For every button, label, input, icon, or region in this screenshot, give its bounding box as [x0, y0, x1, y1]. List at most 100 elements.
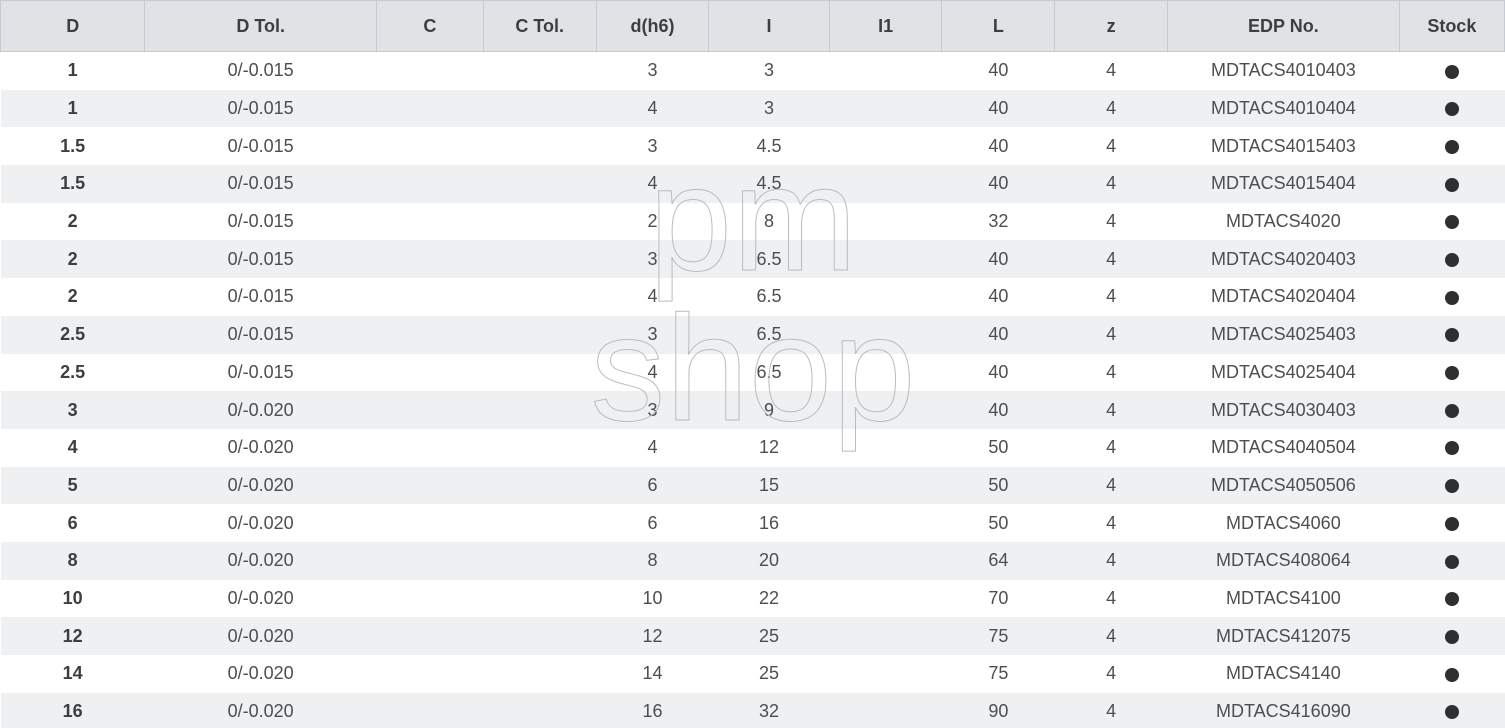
cell-C — [376, 504, 483, 542]
cell-C — [376, 52, 483, 90]
col-header-C: C — [376, 1, 483, 52]
cell-I: 3 — [709, 52, 829, 90]
cell-CT — [483, 240, 596, 278]
cell-C — [376, 90, 483, 128]
cell-z: 4 — [1055, 127, 1168, 165]
cell-CT — [483, 617, 596, 655]
cell-L: 40 — [942, 52, 1055, 90]
table-row: 50/-0.020615504MDTACS4050506 — [1, 467, 1505, 505]
col-header-Stk: Stock — [1399, 1, 1504, 52]
cell-CT — [483, 90, 596, 128]
cell-I: 12 — [709, 429, 829, 467]
table-row: 20/-0.01546.5404MDTACS4020404 — [1, 278, 1505, 316]
cell-EDP: MDTACS4025404 — [1168, 354, 1400, 392]
cell-DT: 0/-0.015 — [145, 165, 377, 203]
cell-EDP: MDTACS4060 — [1168, 504, 1400, 542]
cell-z: 4 — [1055, 354, 1168, 392]
cell-I1 — [829, 316, 942, 354]
stock-dot-icon — [1445, 705, 1459, 719]
stock-dot-icon — [1445, 102, 1459, 116]
cell-Stk — [1399, 580, 1504, 618]
cell-Stk — [1399, 316, 1504, 354]
cell-CT — [483, 542, 596, 580]
cell-z: 4 — [1055, 52, 1168, 90]
cell-dh6: 14 — [596, 655, 709, 693]
cell-Stk — [1399, 165, 1504, 203]
table-row: 120/-0.0201225754MDTACS412075 — [1, 617, 1505, 655]
cell-L: 75 — [942, 655, 1055, 693]
cell-D: 6 — [1, 504, 145, 542]
cell-z: 4 — [1055, 429, 1168, 467]
cell-D: 1 — [1, 90, 145, 128]
cell-I1 — [829, 617, 942, 655]
col-header-EDP: EDP No. — [1168, 1, 1400, 52]
cell-CT — [483, 429, 596, 467]
cell-I: 9 — [709, 391, 829, 429]
cell-Stk — [1399, 278, 1504, 316]
cell-z: 4 — [1055, 542, 1168, 580]
cell-L: 90 — [942, 693, 1055, 728]
cell-z: 4 — [1055, 467, 1168, 505]
cell-L: 40 — [942, 354, 1055, 392]
cell-z: 4 — [1055, 693, 1168, 728]
cell-EDP: MDTACS4140 — [1168, 655, 1400, 693]
cell-Stk — [1399, 240, 1504, 278]
stock-dot-icon — [1445, 479, 1459, 493]
cell-I1 — [829, 391, 942, 429]
cell-D: 4 — [1, 429, 145, 467]
cell-D: 2.5 — [1, 316, 145, 354]
cell-I1 — [829, 429, 942, 467]
cell-EDP: MDTACS4100 — [1168, 580, 1400, 618]
table-row: 2.50/-0.01536.5404MDTACS4025403 — [1, 316, 1505, 354]
cell-Stk — [1399, 542, 1504, 580]
col-header-D: D — [1, 1, 145, 52]
cell-I1 — [829, 278, 942, 316]
cell-C — [376, 429, 483, 467]
cell-z: 4 — [1055, 90, 1168, 128]
cell-I: 22 — [709, 580, 829, 618]
stock-dot-icon — [1445, 441, 1459, 455]
cell-L: 75 — [942, 617, 1055, 655]
cell-DT: 0/-0.015 — [145, 127, 377, 165]
cell-L: 64 — [942, 542, 1055, 580]
cell-z: 4 — [1055, 655, 1168, 693]
cell-dh6: 4 — [596, 90, 709, 128]
cell-EDP: MDTACS408064 — [1168, 542, 1400, 580]
cell-I1 — [829, 127, 942, 165]
cell-I1 — [829, 693, 942, 728]
cell-dh6: 3 — [596, 240, 709, 278]
col-header-dh6: d(h6) — [596, 1, 709, 52]
cell-L: 70 — [942, 580, 1055, 618]
cell-Stk — [1399, 693, 1504, 728]
cell-DT: 0/-0.015 — [145, 278, 377, 316]
cell-I: 16 — [709, 504, 829, 542]
cell-DT: 0/-0.015 — [145, 316, 377, 354]
cell-CT — [483, 203, 596, 241]
cell-I: 15 — [709, 467, 829, 505]
cell-EDP: MDTACS4030403 — [1168, 391, 1400, 429]
cell-DT: 0/-0.020 — [145, 504, 377, 542]
cell-CT — [483, 52, 596, 90]
cell-DT: 0/-0.020 — [145, 429, 377, 467]
stock-dot-icon — [1445, 668, 1459, 682]
cell-D: 16 — [1, 693, 145, 728]
cell-Stk — [1399, 617, 1504, 655]
cell-Stk — [1399, 391, 1504, 429]
cell-dh6: 10 — [596, 580, 709, 618]
cell-D: 1.5 — [1, 127, 145, 165]
cell-I1 — [829, 165, 942, 203]
cell-I1 — [829, 52, 942, 90]
cell-dh6: 8 — [596, 542, 709, 580]
cell-Stk — [1399, 655, 1504, 693]
cell-C — [376, 617, 483, 655]
cell-I: 6.5 — [709, 278, 829, 316]
table-row: 1.50/-0.01544.5404MDTACS4015404 — [1, 165, 1505, 203]
table-row: 1.50/-0.01534.5404MDTACS4015403 — [1, 127, 1505, 165]
cell-CT — [483, 504, 596, 542]
cell-Stk — [1399, 467, 1504, 505]
cell-z: 4 — [1055, 203, 1168, 241]
cell-I: 32 — [709, 693, 829, 728]
cell-I1 — [829, 203, 942, 241]
cell-D: 2.5 — [1, 354, 145, 392]
cell-C — [376, 542, 483, 580]
